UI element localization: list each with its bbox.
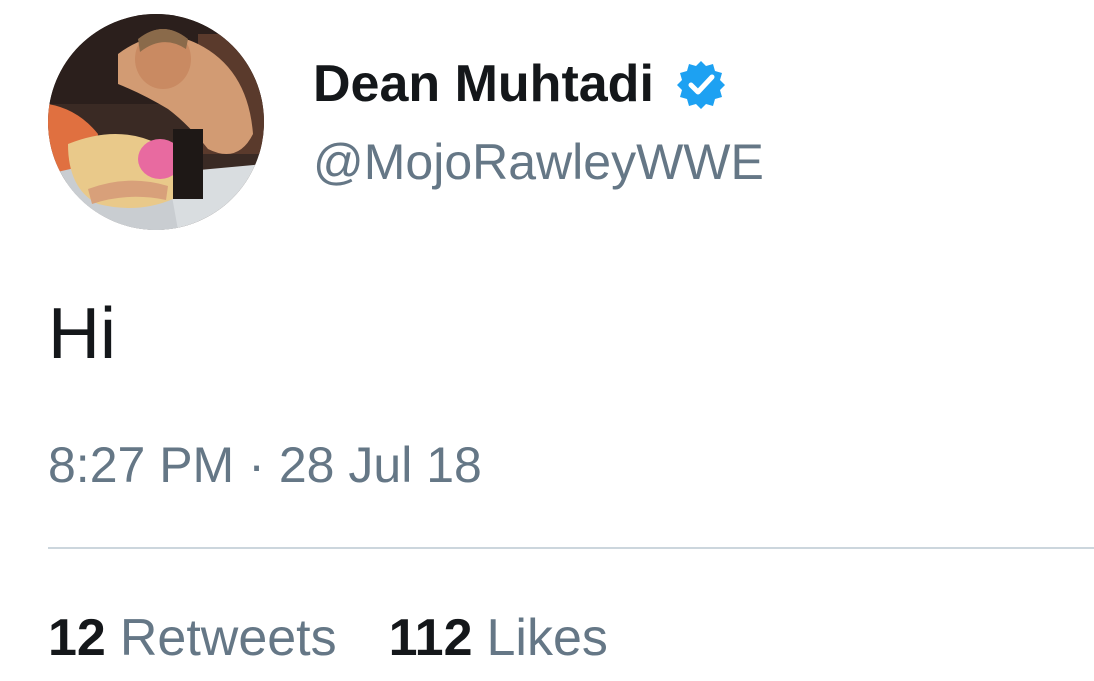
avatar-photo — [48, 14, 264, 230]
timestamp-separator: · — [248, 437, 265, 493]
likes-stat[interactable]: 112 Likes — [389, 608, 608, 668]
author-name-row: Dean Muhtadi — [313, 52, 726, 116]
likes-count: 112 — [388, 609, 473, 667]
tweet-time: 8:27 PM — [48, 437, 235, 493]
retweets-count: 12 — [48, 609, 106, 667]
retweets-stat[interactable]: 12 Retweets — [48, 608, 337, 668]
tweet-date: 28 Jul 18 — [278, 437, 482, 493]
tweet-text: Hi — [48, 294, 116, 374]
divider — [48, 547, 1094, 549]
author-handle[interactable]: @MojoRawleyWWE — [313, 133, 764, 191]
likes-label: Likes — [486, 609, 608, 667]
tweet-timestamp[interactable]: 8:27 PM · 28 Jul 18 — [48, 436, 482, 494]
author-display-name[interactable]: Dean Muhtadi — [313, 54, 654, 114]
profile-avatar[interactable] — [48, 14, 264, 230]
verified-badge-icon — [676, 59, 726, 109]
tweet-stats: 12 Retweets 112 Likes — [48, 608, 608, 668]
retweets-label: Retweets — [119, 609, 337, 667]
